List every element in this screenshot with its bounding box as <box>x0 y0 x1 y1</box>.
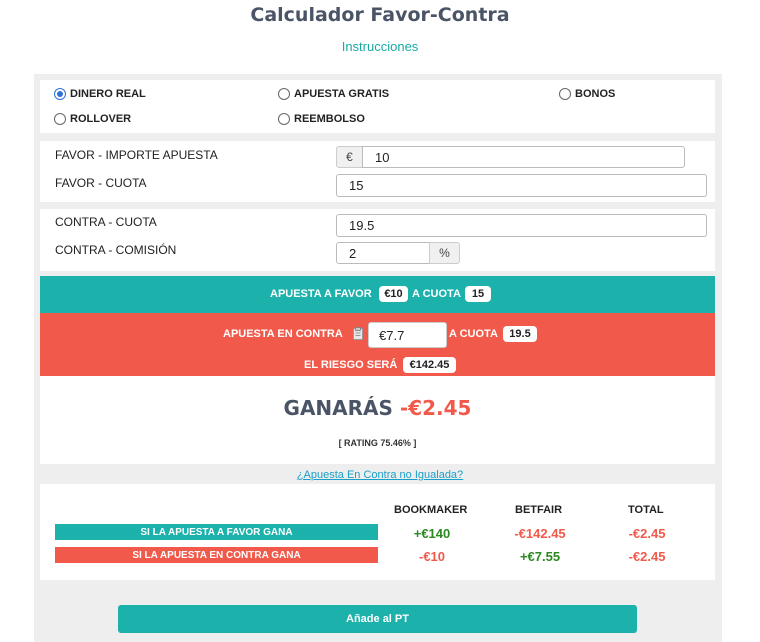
contra-band-odds-text: A CUOTA <box>449 328 498 340</box>
contra-commission-input[interactable]: 2 <box>336 242 430 264</box>
row-label-contra-wins: SI LA APUESTA EN CONTRA GANA <box>55 547 378 563</box>
header-betfair: BETFAIR <box>515 504 563 516</box>
cell-favor-betfair: -€142.45 <box>514 526 566 541</box>
contra-odds-input[interactable]: 19.5 <box>336 214 707 237</box>
outcome-table: BOOKMAKER BETFAIR TOTAL SI LA APUESTA A … <box>40 484 715 580</box>
radio-rollover[interactable]: ROLLOVER <box>54 113 131 125</box>
row-label-favor-wins: SI LA APUESTA A FAVOR GANA <box>55 524 378 540</box>
radio-dot <box>54 113 66 125</box>
contra-odds-chip: 19.5 <box>503 326 537 342</box>
favor-odds-label: FAVOR - CUOTA <box>55 176 147 190</box>
win-label: GANARÁS <box>283 396 393 420</box>
favor-card: FAVOR - IMPORTE APUESTA € 10 FAVOR - CUO… <box>40 141 715 202</box>
percent-addon: % <box>429 242 460 264</box>
contra-stake-input[interactable]: €7.7 <box>368 322 447 348</box>
radio-label: BONOS <box>575 88 616 100</box>
favor-band-text: APUESTA A FAVOR <box>270 288 372 300</box>
radio-label: REEMBOLSO <box>294 113 365 125</box>
radio-dot <box>559 88 571 100</box>
currency-addon: € <box>336 146 363 168</box>
rating-text: [ RATING 75.46% ] <box>338 438 417 448</box>
favor-stake-label: FAVOR - IMPORTE APUESTA <box>55 148 218 162</box>
page-title: Calculador Favor-Contra <box>250 4 510 26</box>
instructions-link[interactable]: Instrucciones <box>0 39 760 54</box>
radio-dinero-real[interactable]: DINERO REAL <box>54 88 146 100</box>
radio-label: APUESTA GRATIS <box>294 88 390 100</box>
favor-band-odds-text: A CUOTA <box>412 288 461 300</box>
radio-reembolso[interactable]: REEMBOLSO <box>278 113 365 125</box>
risk-chip: €142.45 <box>403 357 456 373</box>
result-card: GANARÁS -€2.45 [ RATING 75.46% ] <box>40 376 715 464</box>
favor-stake-chip: €10 <box>379 286 408 302</box>
header-total: TOTAL <box>628 504 664 516</box>
radio-dot <box>54 88 66 100</box>
unmatched-lay-link[interactable]: ¿Apuesta En Contra no Igualada? <box>0 469 760 481</box>
clipboard-icon[interactable] <box>353 327 363 340</box>
radio-dot <box>278 88 290 100</box>
favor-stake-input[interactable]: 10 <box>362 146 685 168</box>
contra-summary-band: APUESTA EN CONTRA €7.7 A CUOTA 19.5 EL R… <box>40 313 715 376</box>
add-to-pt-button[interactable]: Añade al PT <box>118 605 637 633</box>
win-summary: GANARÁS -€2.45 <box>40 396 715 420</box>
radio-dot <box>278 113 290 125</box>
favor-summary-band: APUESTA A FAVOR €10 A CUOTA 15 <box>40 276 715 313</box>
risk-text: EL RIESGO SERÁ <box>304 359 398 371</box>
favor-odds-chip: 15 <box>465 286 491 302</box>
header-bookmaker: BOOKMAKER <box>394 504 468 516</box>
bet-type-card: DINERO REAL APUESTA GRATIS BONOS ROLLOVE… <box>40 80 715 133</box>
contra-band-text: APUESTA EN CONTRA <box>223 328 343 340</box>
win-value: -€2.45 <box>399 396 472 420</box>
cell-favor-bookmaker: +€140 <box>413 526 451 541</box>
contra-card: CONTRA - CUOTA 19.5 CONTRA - COMISIÓN 2 … <box>40 209 715 271</box>
contra-commission-label: CONTRA - COMISIÓN <box>55 243 177 257</box>
radio-bonos[interactable]: BONOS <box>559 88 615 100</box>
cell-favor-total: -€2.45 <box>628 526 666 541</box>
radio-label: ROLLOVER <box>70 113 132 125</box>
cell-contra-bookmaker: -€10 <box>418 549 446 564</box>
radio-apuesta-gratis[interactable]: APUESTA GRATIS <box>278 88 389 100</box>
cell-contra-total: -€2.45 <box>628 549 666 564</box>
favor-odds-input[interactable]: 15 <box>336 174 707 197</box>
radio-label: DINERO REAL <box>70 88 146 100</box>
contra-odds-label: CONTRA - CUOTA <box>55 215 157 229</box>
cell-contra-betfair: +€7.55 <box>519 549 561 564</box>
